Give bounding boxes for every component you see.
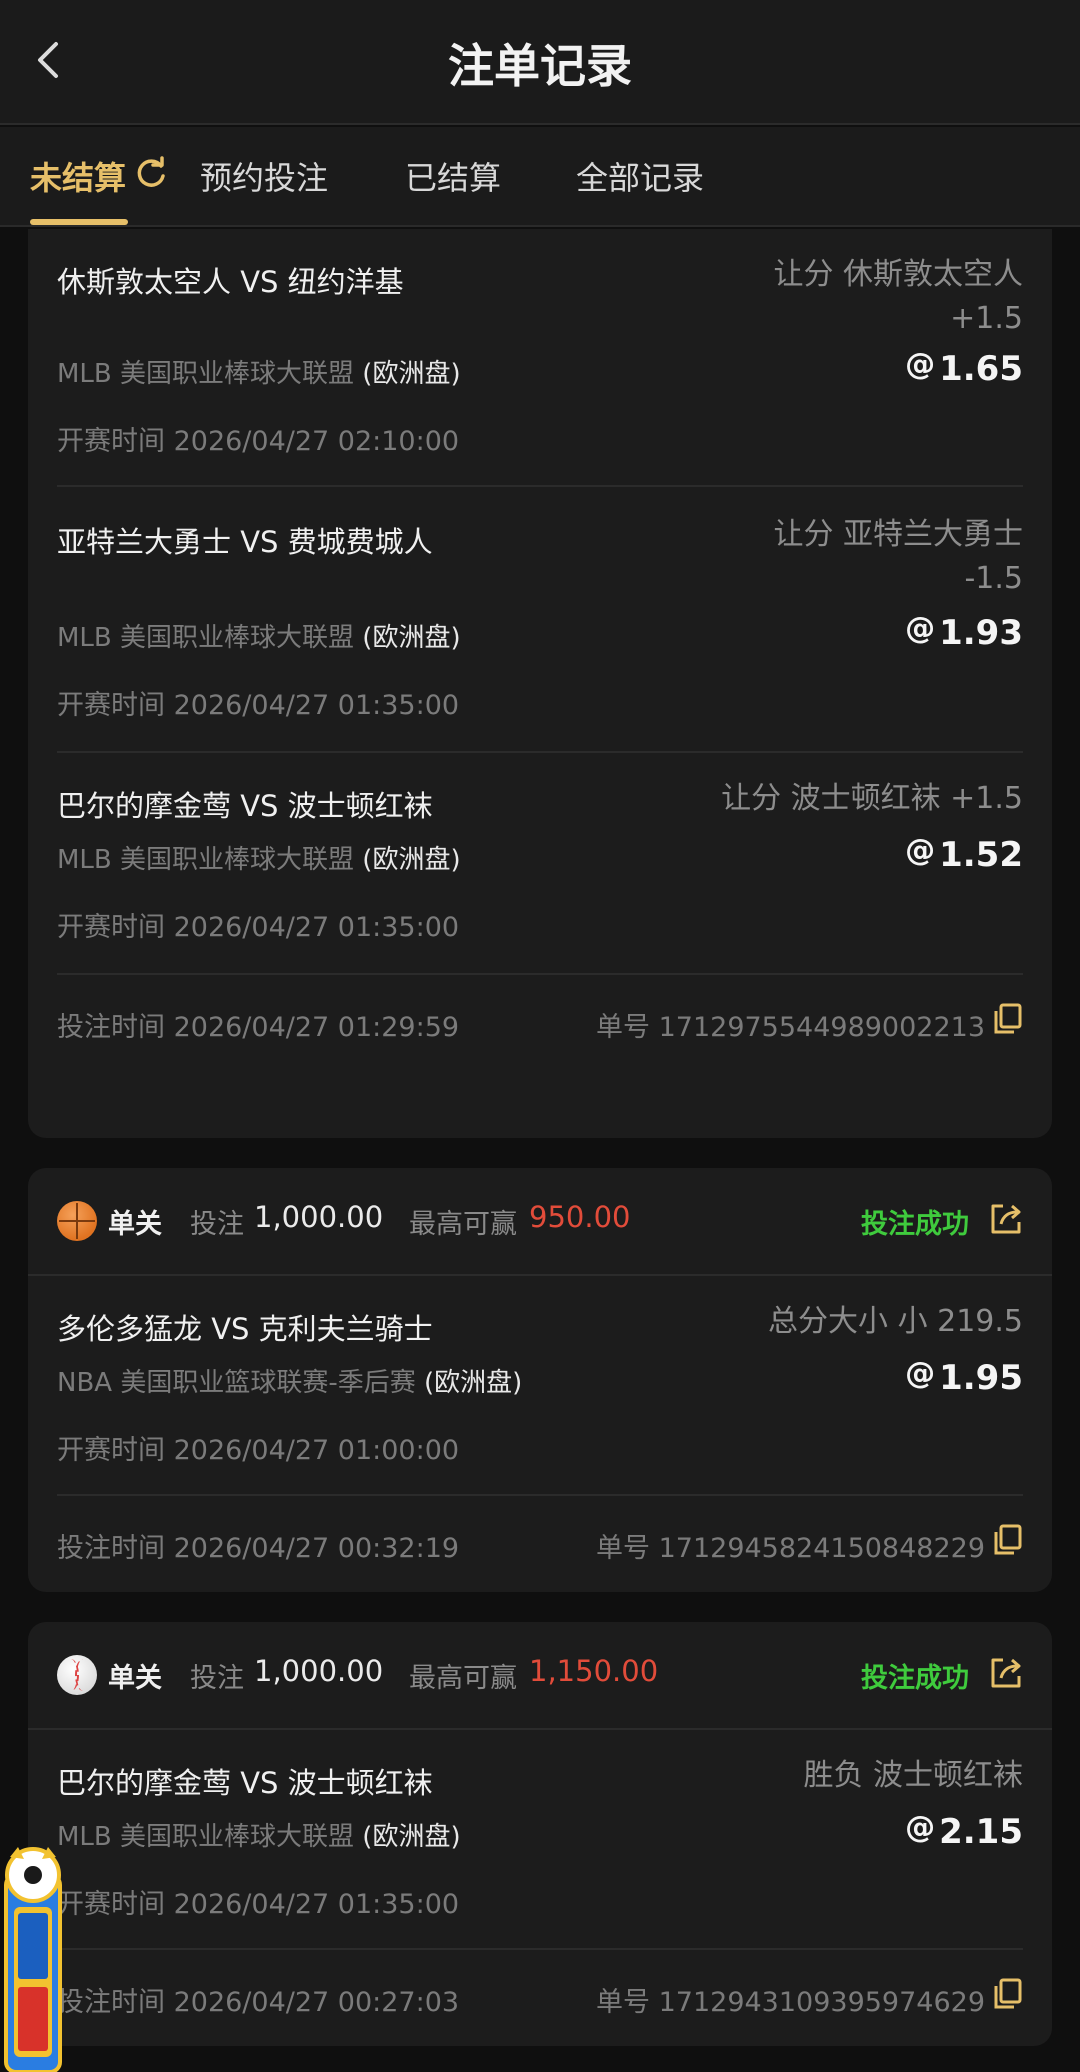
copy-icon[interactable] — [993, 1003, 1023, 1035]
max-win-amount: 950.00 — [529, 1200, 631, 1234]
bet-status: 投注成功 — [861, 1209, 969, 1240]
bet-leg: 多伦多猛龙 VS 克利夫兰骑士 总分大小 小 219.5 NBA 美国职业篮球联… — [57, 1276, 1023, 1496]
market-selection: 让分 亚特兰大勇士 -1.5 — [773, 517, 1023, 596]
copy-icon[interactable] — [993, 1978, 1023, 2010]
order-number: 单号 1712943109395974629 — [596, 1987, 985, 2018]
max-win-label: 最高可赢 — [409, 1209, 517, 1240]
bet-card-header: 单关 投注 1,000.00 最高可赢 1,150.00 投注成功 — [28, 1622, 1052, 1730]
bet-card-footer: 投注时间 2026/04/27 00:32:19 单号 171294582415… — [57, 1496, 1023, 1592]
bet-time: 投注时间 2026/04/27 00:32:19 — [57, 1533, 460, 1564]
bet-time: 投注时间 2026/04/27 01:29:59 — [57, 1012, 460, 1043]
kickoff-time: 开赛时间 2026/04/27 02:10:00 — [57, 426, 460, 457]
tab-scheduled-bets[interactable]: 预约投注 — [200, 153, 328, 199]
bet-leg: 亚特兰大勇士 VS 费城费城人 让分 亚特兰大勇士 -1.5 MLB 美国职业棒… — [57, 487, 1023, 753]
share-icon[interactable] — [987, 1654, 1025, 1692]
bet-leg: 巴尔的摩金莺 VS 波士顿红袜 胜负 波士顿红袜 MLB 美国职业棒球大联盟 (… — [57, 1730, 1023, 1950]
stake-amount: 1,000.00 — [254, 1200, 384, 1234]
market-selection: 让分 休斯敦太空人 +1.5 — [773, 257, 1023, 336]
match-name: 休斯敦太空人 VS 纽约洋基 — [57, 265, 404, 299]
baseball-icon — [57, 1655, 97, 1695]
stake-label: 投注 — [190, 1209, 244, 1240]
order-number: 单号 1712945824150848229 — [596, 1533, 985, 1564]
bet-card-footer: 投注时间 2026/04/27 00:27:03 单号 171294310939… — [57, 1950, 1023, 2046]
top-bar: 注单记录 — [0, 0, 1080, 125]
bet-card-header: 单关 投注 1,000.00 最高可赢 950.00 投注成功 — [28, 1168, 1052, 1276]
kickoff-time: 开赛时间 2026/04/27 01:35:00 — [57, 690, 460, 721]
bet-type: 单关 — [108, 1663, 162, 1694]
bet-card-footer: 投注时间 2026/04/27 01:29:59 单号 171297554498… — [57, 975, 1023, 1071]
odds: @1.52 — [905, 833, 1023, 875]
match-name: 多伦多猛龙 VS 克利夫兰骑士 — [57, 1312, 433, 1346]
odds: @2.15 — [905, 1810, 1023, 1852]
basketball-icon — [57, 1201, 97, 1241]
copy-icon[interactable] — [993, 1524, 1023, 1556]
tab-all-records[interactable]: 全部记录 — [576, 153, 704, 199]
match-name: 巴尔的摩金莺 VS 波士顿红袜 — [57, 789, 433, 823]
league-name: MLB 美国职业棒球大联盟 (欧洲盘) — [57, 623, 461, 653]
bet-type: 单关 — [108, 1209, 162, 1240]
tab-unsettled[interactable]: 未结算 — [30, 153, 126, 199]
odds: @1.93 — [905, 611, 1023, 653]
bet-leg: 休斯敦太空人 VS 纽约洋基 让分 休斯敦太空人 +1.5 MLB 美国职业棒球… — [57, 229, 1023, 487]
share-icon[interactable] — [987, 1200, 1025, 1238]
match-name: 巴尔的摩金莺 VS 波士顿红袜 — [57, 1766, 433, 1800]
bet-leg: 巴尔的摩金莺 VS 波士顿红袜 让分 波士顿红袜 +1.5 MLB 美国职业棒球… — [57, 753, 1023, 975]
refresh-icon[interactable] — [133, 156, 169, 192]
active-tab-indicator — [30, 219, 128, 225]
market-selection: 让分 波士顿红袜 +1.5 — [721, 781, 1023, 816]
bet-list[interactable]: 休斯敦太空人 VS 纽约洋基 让分 休斯敦太空人 +1.5 MLB 美国职业棒球… — [0, 229, 1080, 2072]
match-name: 亚特兰大勇士 VS 费城费城人 — [57, 525, 433, 559]
kickoff-time: 开赛时间 2026/04/27 01:35:00 — [57, 1889, 460, 1920]
order-number: 单号 1712975544989002213 — [596, 1012, 985, 1043]
market-selection: 总分大小 小 219.5 — [768, 1304, 1023, 1339]
sports-news-floating-badge[interactable] — [0, 1845, 66, 2072]
league-name: MLB 美国职业棒球大联盟 (欧洲盘) — [57, 359, 461, 389]
odds: @1.95 — [905, 1356, 1023, 1398]
bet-card: 单关 投注 1,000.00 最高可赢 950.00 投注成功 多伦多猛龙 VS… — [28, 1168, 1052, 1592]
max-win-label: 最高可赢 — [409, 1663, 517, 1694]
league-name: NBA 美国职业篮球联赛-季后赛 (欧洲盘) — [57, 1368, 523, 1398]
kickoff-time: 开赛时间 2026/04/27 01:35:00 — [57, 912, 460, 943]
stake-label: 投注 — [190, 1663, 244, 1694]
stake-amount: 1,000.00 — [254, 1654, 384, 1688]
tab-bar: 未结算 预约投注 已结算 全部记录 — [0, 127, 1080, 227]
market-selection: 胜负 波士顿红袜 — [803, 1758, 1023, 1793]
league-name: MLB 美国职业棒球大联盟 (欧洲盘) — [57, 1822, 461, 1852]
league-name: MLB 美国职业棒球大联盟 (欧洲盘) — [57, 845, 461, 875]
tab-settled[interactable]: 已结算 — [405, 153, 501, 199]
bet-status: 投注成功 — [861, 1663, 969, 1694]
bet-card: 休斯敦太空人 VS 纽约洋基 让分 休斯敦太空人 +1.5 MLB 美国职业棒球… — [28, 229, 1052, 1138]
bet-card: 单关 投注 1,000.00 最高可赢 1,150.00 投注成功 巴尔的摩金莺… — [28, 1622, 1052, 2046]
max-win-amount: 1,150.00 — [529, 1654, 659, 1688]
odds: @1.65 — [905, 347, 1023, 389]
kickoff-time: 开赛时间 2026/04/27 01:00:00 — [57, 1435, 460, 1466]
page-title: 注单记录 — [448, 39, 632, 93]
bet-time: 投注时间 2026/04/27 00:27:03 — [57, 1987, 460, 2018]
